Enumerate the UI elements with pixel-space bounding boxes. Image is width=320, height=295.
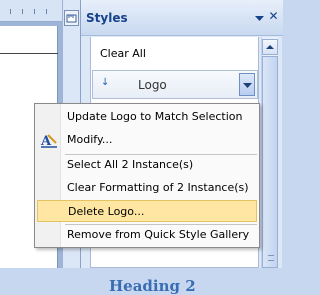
clear-all-style[interactable]: Clear All [100, 47, 146, 60]
style-dropdown-button[interactable] [239, 73, 255, 96]
paragraph-style-icon: ↓ [101, 77, 110, 88]
scroll-thumb[interactable] [262, 56, 278, 268]
menu-item-update-style[interactable]: Update Logo to Match Selection [37, 106, 257, 128]
pane-title: Styles [86, 11, 128, 25]
menu-item-label: Delete Logo... [68, 205, 145, 218]
menu-item-modify[interactable]: A Modify... [37, 129, 257, 151]
pane-header: Styles ✕ [81, 0, 283, 36]
menu-item-clear-formatting[interactable]: Clear Formatting of 2 Instance(s) [37, 177, 257, 199]
menu-item-label: Update Logo to Match Selection [67, 110, 243, 123]
pane-options-dropdown-icon[interactable] [255, 14, 264, 22]
menu-item-select-all-instances[interactable]: Select All 2 Instance(s) [37, 154, 257, 176]
scroll-grip-icon [268, 255, 274, 261]
ruler-toggle-icon [66, 14, 77, 22]
chevron-down-icon [242, 82, 252, 88]
scroll-up-button[interactable] [262, 39, 278, 55]
horizontal-ruler [0, 0, 62, 22]
style-item-heading-2[interactable]: Heading 2 [109, 277, 196, 295]
chevron-up-icon [266, 45, 274, 49]
menu-item-label: Remove from Quick Style Gallery [67, 228, 250, 241]
close-pane-button[interactable]: ✕ [267, 10, 280, 23]
vertical-scrollbar[interactable] [261, 37, 278, 268]
style-context-menu: Update Logo to Match Selection A Modify.… [34, 103, 260, 248]
page-margin-line [0, 53, 58, 54]
menu-item-delete-style[interactable]: Delete Logo... [37, 200, 257, 222]
style-item-logo[interactable]: ↓ Logo [92, 70, 258, 99]
menu-item-remove-from-gallery[interactable]: Remove from Quick Style Gallery [37, 224, 257, 246]
modify-style-icon: A [40, 134, 57, 149]
view-ruler-button[interactable] [64, 10, 79, 26]
style-item-label: Logo [138, 78, 167, 92]
menu-item-label: Clear Formatting of 2 Instance(s) [67, 181, 249, 194]
menu-item-label: Modify... [67, 133, 113, 146]
menu-item-label: Select All 2 Instance(s) [67, 158, 194, 171]
